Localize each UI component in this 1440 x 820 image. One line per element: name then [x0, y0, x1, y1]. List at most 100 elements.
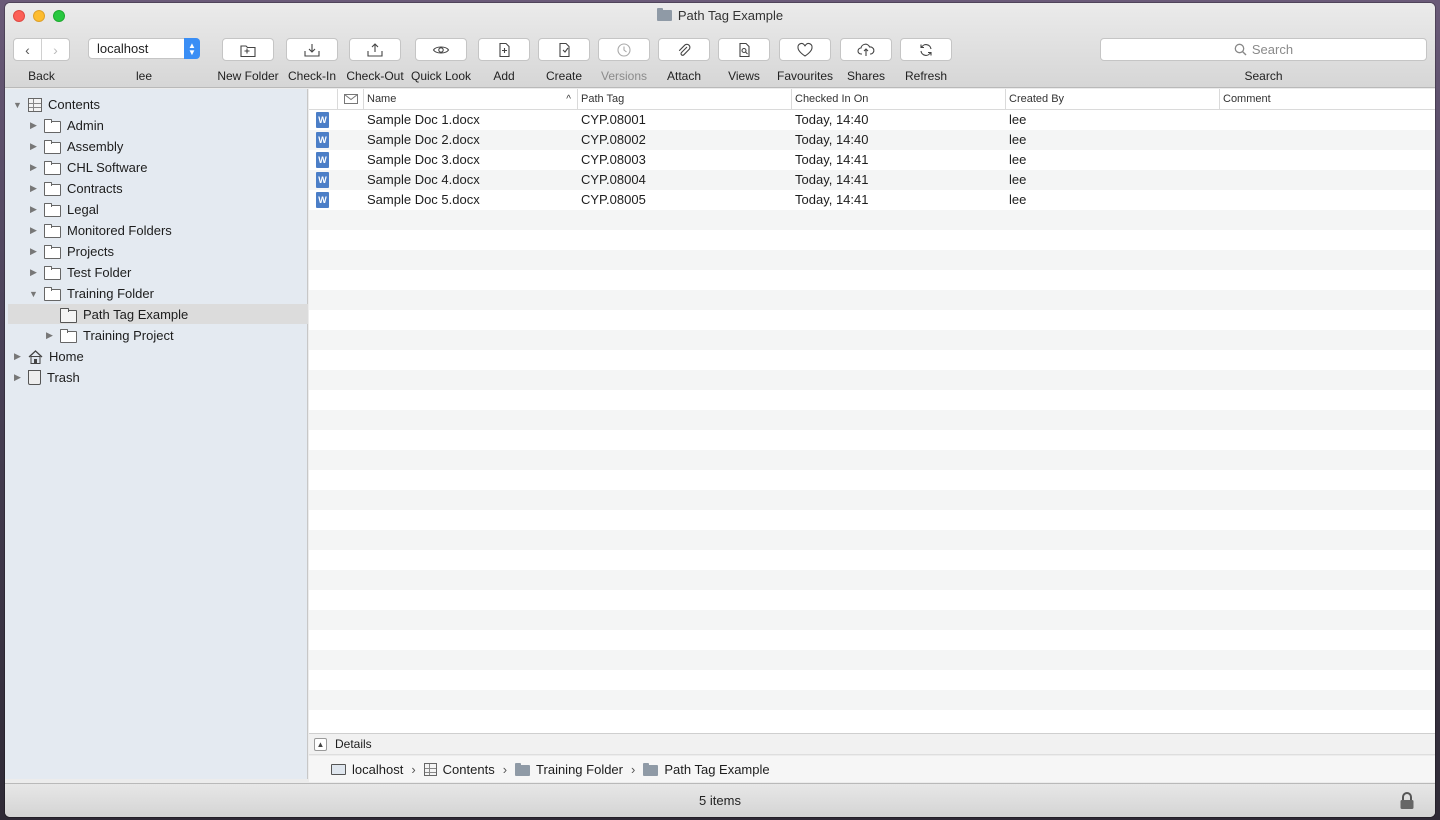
- cloud-share-icon: [857, 43, 875, 56]
- row-stripe: [309, 270, 1435, 290]
- sidebar-item-assembly[interactable]: ▶ Assembly: [29, 136, 123, 157]
- disclosure-collapsed-icon[interactable]: ▶: [13, 351, 22, 362]
- disclosure-collapsed-icon[interactable]: ▶: [29, 267, 38, 278]
- disclosure-collapsed-icon[interactable]: ▶: [29, 246, 38, 257]
- table-row[interactable]: W Sample Doc 3.docx CYP.08003 Today, 14:41 l…: [309, 150, 1435, 170]
- row-stripe: [309, 650, 1435, 670]
- disclosure-expanded-icon[interactable]: ▼: [29, 289, 38, 299]
- versions-button[interactable]: [598, 38, 650, 61]
- row-stripe: [309, 570, 1435, 590]
- path-segment-server[interactable]: localhost: [352, 762, 403, 777]
- row-stripe: [309, 330, 1435, 350]
- table-row[interactable]: W Sample Doc 4.docx CYP.08004 Today, 14:41 l…: [309, 170, 1435, 190]
- column-header-comment[interactable]: Comment: [1219, 89, 1435, 110]
- search-icon: [1234, 43, 1247, 56]
- column-header-checked-in-on[interactable]: Checked In On: [791, 89, 1005, 110]
- disclosure-collapsed-icon[interactable]: ▶: [29, 141, 38, 152]
- window-title-text: Path Tag Example: [677, 8, 784, 23]
- table-row[interactable]: W Sample Doc 5.docx CYP.08005 Today, 14:41 l…: [309, 190, 1435, 210]
- sidebar-item-admin[interactable]: ▶ Admin: [29, 115, 104, 136]
- shares-button[interactable]: [840, 38, 892, 61]
- favourites-button[interactable]: [779, 38, 831, 61]
- sidebar-item-trash[interactable]: ▶ Trash: [13, 367, 80, 388]
- folder-icon: [44, 287, 61, 301]
- path-separator: ›: [411, 761, 416, 777]
- check-in-button[interactable]: [286, 38, 338, 61]
- history-icon: [617, 42, 631, 57]
- folder-icon: [44, 119, 61, 133]
- back-button[interactable]: ‹: [14, 39, 41, 60]
- back-label: Back: [28, 69, 55, 83]
- sidebar-item-legal[interactable]: ▶ Legal: [29, 199, 99, 220]
- sidebar-item-home[interactable]: ▶ Home: [13, 346, 84, 367]
- sidebar-item-training-project[interactable]: ▶ Training Project: [45, 325, 174, 346]
- sidebar-item-contents[interactable]: ▼ Contents: [13, 94, 100, 115]
- cell-created-by: lee: [1009, 112, 1027, 127]
- file-list: Name ^ Path Tag Checked In On Created By…: [309, 89, 1435, 733]
- word-document-icon: W: [316, 152, 329, 168]
- disclosure-collapsed-icon[interactable]: ▶: [29, 183, 38, 194]
- refresh-button[interactable]: [900, 38, 952, 61]
- disclosure-collapsed-icon[interactable]: ▶: [29, 204, 38, 215]
- disclosure-collapsed-icon[interactable]: ▶: [13, 372, 22, 383]
- views-button[interactable]: [718, 38, 770, 61]
- details-toggle-button[interactable]: ▲: [314, 737, 327, 751]
- folder-icon: [44, 266, 61, 280]
- sidebar-item-label: Legal: [67, 202, 99, 217]
- sidebar-item-monitored-folders[interactable]: ▶ Monitored Folders: [29, 220, 172, 241]
- cell-created-by: lee: [1009, 172, 1027, 187]
- cell-path-tag: CYP.08004: [581, 172, 646, 187]
- disclosure-expanded-icon[interactable]: ▼: [13, 100, 22, 110]
- sidebar-item-path-tag-example[interactable]: Path Tag Example: [45, 304, 188, 325]
- sidebar-item-contracts[interactable]: ▶ Contracts: [29, 178, 123, 199]
- disclosure-collapsed-icon[interactable]: ▶: [29, 162, 38, 173]
- cell-created-by: lee: [1009, 192, 1027, 207]
- cell-checked-in-on: Today, 14:41: [795, 152, 869, 167]
- column-header-name[interactable]: Name ^: [363, 89, 577, 110]
- cell-path-tag: CYP.08002: [581, 132, 646, 147]
- sidebar-item-projects[interactable]: ▶ Projects: [29, 241, 114, 262]
- forward-button[interactable]: ›: [41, 39, 69, 60]
- path-segment-path-tag-example[interactable]: Path Tag Example: [664, 762, 769, 777]
- grid-icon: [423, 762, 437, 776]
- sidebar-item-training-folder[interactable]: ▼ Training Folder: [29, 283, 154, 304]
- new-folder-button[interactable]: [222, 38, 274, 61]
- cell-created-by: lee: [1009, 152, 1027, 167]
- item-count: 5 items: [699, 793, 741, 808]
- table-row[interactable]: W Sample Doc 1.docx CYP.08001 Today, 14:40 l…: [309, 110, 1435, 130]
- add-button[interactable]: [478, 38, 530, 61]
- refresh-label: Refresh: [904, 69, 948, 83]
- cell-name: Sample Doc 1.docx: [367, 112, 480, 127]
- check-out-icon: [367, 42, 383, 57]
- server-select[interactable]: localhost ▲ ▼: [88, 38, 200, 59]
- attach-button[interactable]: [658, 38, 710, 61]
- disclosure-collapsed-icon[interactable]: ▶: [29, 120, 38, 131]
- paperclip-icon: [678, 43, 691, 56]
- server-select-value: localhost: [97, 41, 149, 56]
- disclosure-collapsed-icon[interactable]: ▶: [45, 330, 54, 341]
- titlebar: Path Tag Example ‹ › Back localhost ▲ ▼ l…: [5, 3, 1435, 88]
- sidebar-item-label: Path Tag Example: [83, 307, 189, 322]
- column-header-mail[interactable]: [337, 89, 363, 110]
- path-segment-training-folder[interactable]: Training Folder: [536, 762, 623, 777]
- row-stripe: [309, 410, 1435, 430]
- quick-look-button[interactable]: [415, 38, 467, 61]
- column-header-row: Name ^ Path Tag Checked In On Created By…: [309, 89, 1435, 110]
- sidebar-item-test-folder[interactable]: ▶ Test Folder: [29, 262, 131, 283]
- new-folder-icon: [240, 44, 256, 57]
- row-stripe: [309, 610, 1435, 630]
- disclosure-collapsed-icon[interactable]: ▶: [29, 225, 38, 236]
- folder-icon: [44, 182, 61, 196]
- path-segment-contents[interactable]: Contents: [443, 762, 495, 777]
- table-row[interactable]: W Sample Doc 2.docx CYP.08002 Today, 14:40 l…: [309, 130, 1435, 150]
- sidebar-item-chl-software[interactable]: ▶ CHL Software: [29, 157, 147, 178]
- column-header-created-by[interactable]: Created By: [1005, 89, 1219, 110]
- row-stripe: [309, 350, 1435, 370]
- search-input[interactable]: Search: [1100, 38, 1427, 61]
- column-header-path-tag[interactable]: Path Tag: [577, 89, 791, 110]
- lock-icon[interactable]: [1399, 792, 1415, 810]
- word-document-icon: W: [316, 192, 329, 208]
- create-button[interactable]: [538, 38, 590, 61]
- column-header-name-label: Name: [367, 93, 397, 105]
- check-out-button[interactable]: [349, 38, 401, 61]
